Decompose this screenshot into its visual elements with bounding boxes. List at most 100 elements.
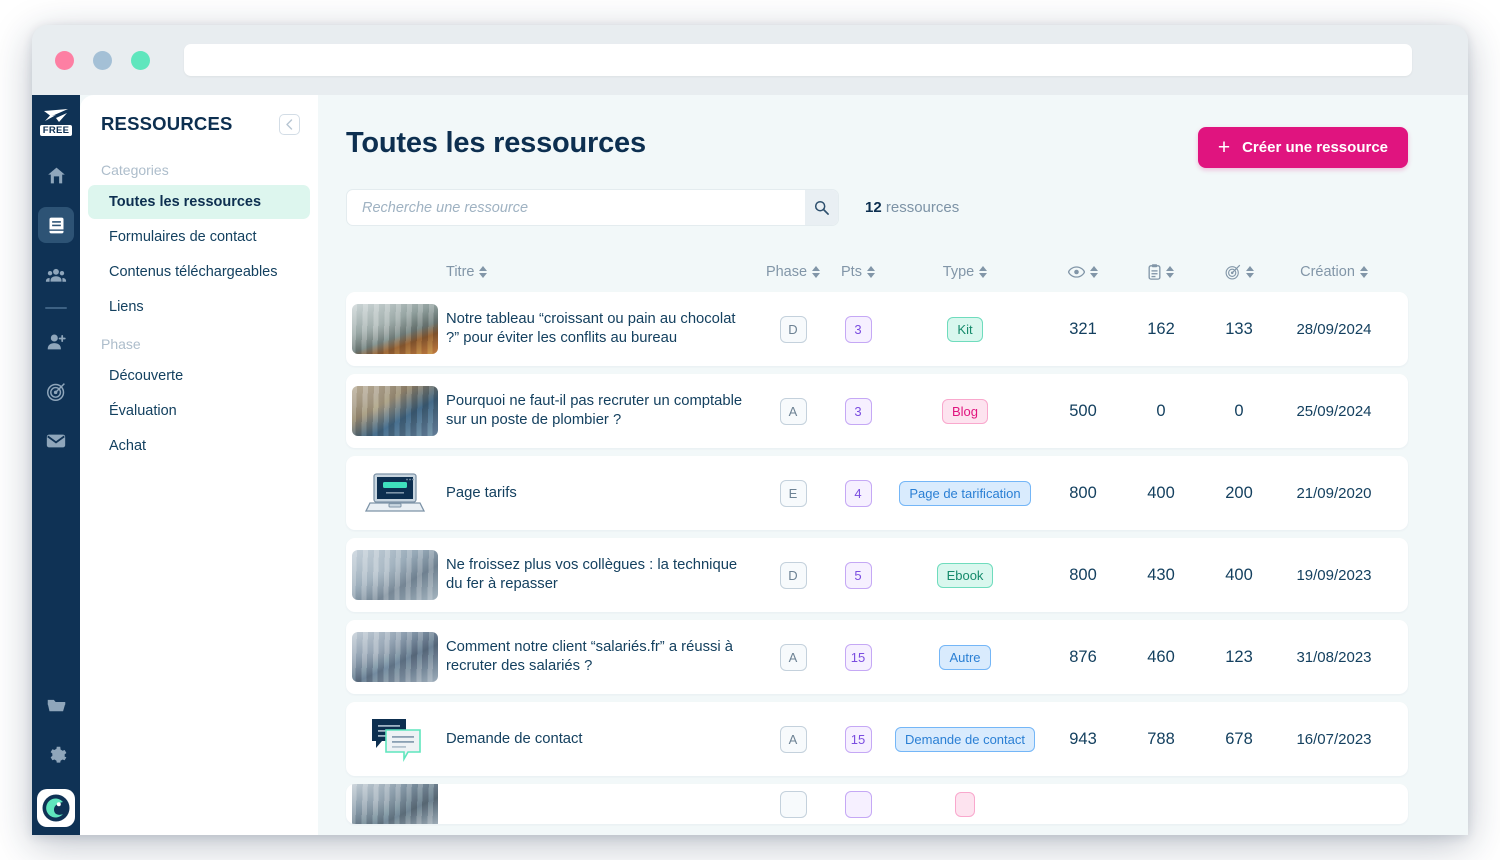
minimize-window-button[interactable] [93, 50, 112, 70]
row-thumbnail [346, 468, 446, 518]
gear-icon [50, 746, 66, 763]
sidebar-item-contacts[interactable] [38, 257, 74, 293]
table-row[interactable]: Ne froissez plus vos collègues : la tech… [346, 538, 1408, 612]
column-views[interactable] [1044, 266, 1122, 278]
table-row[interactable]: Demande de contact A 15 Demande de conta… [346, 702, 1408, 776]
resources-table: Notre tableau “croissant ou pain au choc… [346, 292, 1408, 824]
views-count: 800 [1069, 483, 1097, 502]
sort-toggle-phase[interactable] [812, 266, 821, 278]
sidebar-item-achat[interactable]: Achat [88, 429, 310, 463]
column-creation[interactable]: Création [1278, 264, 1390, 280]
sort-toggle-type[interactable] [979, 266, 988, 278]
sidebar-item-settings[interactable] [38, 737, 74, 773]
sort-toggle-views[interactable] [1090, 266, 1098, 278]
search-button[interactable] [805, 190, 838, 225]
table-row[interactable]: Notre tableau “croissant ou pain au choc… [346, 292, 1408, 366]
laptop-icon [364, 473, 426, 512]
create-resource-button[interactable]: + Créer une ressource [1197, 127, 1408, 168]
points-badge: 15 [844, 643, 872, 671]
sidebar-item-formulaires-de-contact[interactable]: Formulaires de contact [88, 220, 310, 254]
sidebar-item-evaluation[interactable]: Évaluation [88, 394, 310, 428]
goals-count: 0 [1234, 401, 1244, 420]
table-row[interactable] [346, 784, 1408, 824]
type-badge [955, 791, 975, 817]
forms-count: 400 [1147, 483, 1175, 502]
zoom-window-button[interactable] [131, 50, 150, 70]
type-badge: Blog [941, 398, 989, 424]
result-count: 12 ressources [865, 199, 959, 216]
browser-titlebar [32, 25, 1468, 95]
search-box[interactable] [346, 189, 839, 226]
table-row[interactable]: Pourquoi ne faut-il pas recruter un comp… [346, 374, 1408, 448]
row-title: Notre tableau “croissant ou pain au choc… [446, 311, 736, 346]
sidebar-item-goals[interactable] [38, 373, 74, 409]
column-phase[interactable]: Phase [756, 264, 830, 280]
sort-toggle-goals[interactable] [1245, 266, 1254, 278]
sort-toggle-creation[interactable] [1359, 266, 1368, 278]
table-row[interactable]: Comment notre client “salariés.fr” a réu… [346, 620, 1408, 694]
folder-icon [47, 699, 65, 711]
type-badge: Demande de contact [895, 726, 1035, 752]
sidebar-item-decouverte[interactable]: Découverte [88, 359, 310, 393]
application-root: FREE RESSOURCES Categories Toutes les re… [32, 95, 1468, 835]
collapse-sidebar-button[interactable] [279, 113, 300, 135]
main-content: Toutes les ressources + Créer une ressou… [318, 95, 1468, 835]
forms-count: 162 [1147, 319, 1175, 338]
phase-badge: A [779, 397, 807, 425]
icon-rail: FREE [32, 95, 80, 835]
clipboard-icon [1148, 264, 1161, 280]
sort-toggle-titre[interactable] [479, 266, 488, 278]
sidebar-item-liens[interactable]: Liens [88, 290, 310, 324]
views-count: 800 [1069, 565, 1097, 584]
goals-count: 678 [1225, 729, 1253, 748]
column-goals[interactable] [1200, 264, 1278, 280]
rail-bottom-group [32, 673, 80, 835]
column-phase-label: Phase [765, 264, 808, 280]
column-titre-label: Titre [446, 264, 475, 280]
phase-badge: A [779, 643, 807, 671]
sidebar-item-add-contact[interactable] [38, 323, 74, 359]
app-logo[interactable]: FREE [34, 101, 78, 143]
sort-toggle-forms[interactable] [1166, 266, 1174, 278]
sidebar-item-contenus-telechargeables[interactable]: Contenus téléchargeables [88, 255, 310, 289]
result-count-label: ressources [885, 199, 960, 216]
row-thumbnail [346, 714, 446, 764]
page-header: Toutes les ressources + Créer une ressou… [346, 127, 1408, 168]
sort-toggle-pts[interactable] [866, 266, 875, 278]
laptop-illustration-icon [352, 468, 438, 518]
type-badge: Ebook [936, 562, 994, 588]
people-icon [45, 268, 67, 282]
column-pts[interactable]: Pts [830, 264, 886, 280]
phase-badge: D [779, 561, 807, 589]
goals-count: 200 [1225, 483, 1253, 502]
plus-icon: + [1217, 136, 1231, 159]
sidebar-item-resources[interactable] [38, 207, 74, 243]
rail-divider [45, 307, 67, 309]
column-titre[interactable]: Titre [446, 264, 756, 280]
row-thumbnail [346, 632, 446, 682]
forms-count: 460 [1147, 647, 1175, 666]
search-input[interactable] [347, 190, 805, 225]
page-title: Toutes les ressources [346, 127, 646, 159]
url-bar[interactable] [184, 44, 1412, 76]
envelope-icon [46, 434, 66, 448]
home-icon [47, 167, 65, 183]
user-plus-icon [47, 334, 66, 349]
photo-croissant-office-fight [352, 304, 438, 354]
sidebar-item-messages[interactable] [38, 423, 74, 459]
sidebar-item-toutes-les-ressources[interactable]: Toutes les ressources [88, 185, 310, 219]
type-badge: Autre [939, 644, 991, 670]
row-title: Pourquoi ne faut-il pas recruter un comp… [446, 393, 743, 428]
close-window-button[interactable] [55, 50, 74, 70]
creation-date: 16/07/2023 [1296, 730, 1372, 748]
sidebar-item-folders[interactable] [38, 687, 74, 723]
sidebar-item-home[interactable] [38, 157, 74, 193]
views-count: 876 [1069, 647, 1097, 666]
points-badge: 5 [844, 561, 872, 589]
column-type[interactable]: Type [886, 264, 1044, 280]
table-row[interactable]: Page tarifs E 4 Page de tarification 800… [346, 456, 1408, 530]
column-creation-label: Création [1300, 264, 1355, 280]
avatar[interactable] [37, 789, 75, 827]
column-forms[interactable] [1122, 264, 1200, 280]
table-header: Titre Phase Pts Type Création [346, 252, 1408, 292]
